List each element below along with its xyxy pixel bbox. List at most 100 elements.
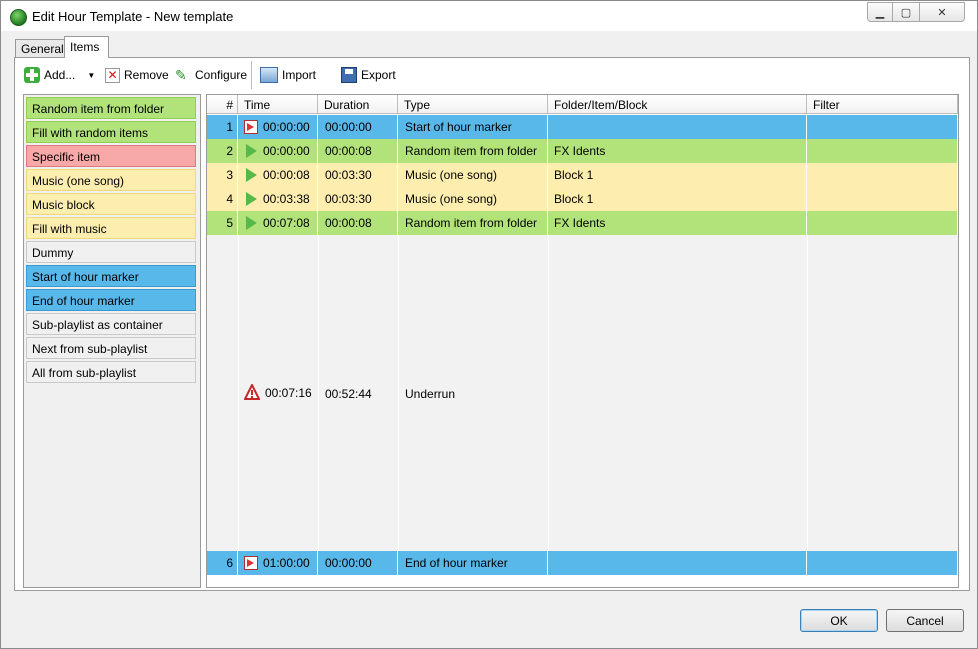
time-cell: 01:00:00 — [238, 551, 318, 575]
folder-cell — [548, 551, 807, 575]
filter-cell — [807, 163, 958, 187]
marker-icon — [244, 556, 258, 570]
duration-cell: 00:00:08 — [318, 211, 398, 235]
palette-item[interactable]: All from sub-playlist — [26, 361, 196, 383]
duration-cell: 00:00:00 — [318, 115, 398, 139]
time-cell: 00:00:00 — [238, 139, 318, 163]
time-cell: 00:00:00 — [238, 115, 318, 139]
filter-cell — [807, 211, 958, 235]
column-divider — [238, 235, 239, 551]
column-header-duration[interactable]: Duration — [318, 95, 398, 114]
play-icon — [244, 168, 258, 182]
minimize-button[interactable]: ▁ — [867, 2, 893, 22]
time-value: 01:00:00 — [263, 556, 310, 570]
underrun-type: Underrun — [405, 387, 456, 401]
row-number-cell: 2 — [207, 139, 238, 163]
folder-cell — [548, 115, 807, 139]
time-value: 00:07:08 — [263, 216, 310, 230]
tab-general[interactable]: General — [15, 39, 65, 57]
column-header-time[interactable]: Time — [238, 95, 318, 114]
row-number-cell: 4 — [207, 187, 238, 211]
row-number-cell: 3 — [207, 163, 238, 187]
save-icon — [341, 67, 357, 83]
folder-cell: Block 1 — [548, 163, 807, 187]
palette-item[interactable]: Dummy — [26, 241, 196, 263]
folder-cell: FX Idents — [548, 211, 807, 235]
palette-item[interactable]: Fill with music — [26, 217, 196, 239]
cancel-button[interactable]: Cancel — [886, 609, 964, 632]
column-divider — [398, 235, 399, 551]
palette-item[interactable]: Fill with random items — [26, 121, 196, 143]
time-value: 00:00:00 — [263, 144, 310, 158]
type-cell: End of hour marker — [398, 551, 548, 575]
table-row[interactable]: 3 00:00:08 00:03:30 Music (one song) Block 1 — [207, 163, 958, 187]
play-icon — [244, 216, 258, 230]
underrun-row[interactable] — [207, 235, 958, 551]
filter-cell — [807, 187, 958, 211]
add-icon — [24, 67, 40, 83]
column-divider — [807, 235, 808, 551]
import-button[interactable]: Import — [260, 63, 316, 87]
close-button[interactable]: ✕ — [919, 2, 965, 22]
palette-item[interactable]: Specific item — [26, 145, 196, 167]
time-cell: 00:07:08 — [238, 211, 318, 235]
underrun-time-cell: 00:07:16 — [244, 384, 312, 400]
palette-item[interactable]: End of hour marker — [26, 289, 196, 311]
column-header-filter[interactable]: Filter — [807, 95, 958, 114]
configure-label: Configure — [195, 68, 248, 82]
play-icon — [244, 192, 258, 206]
window-title: Edit Hour Template - New template — [32, 9, 234, 24]
maximize-icon: ▢ — [900, 6, 912, 19]
column-divider — [548, 235, 549, 551]
ok-button[interactable]: OK — [800, 609, 878, 632]
pencil-icon: ✎ — [175, 67, 187, 83]
underrun-duration: 00:52:44 — [325, 387, 372, 401]
row-number-cell: 6 — [207, 551, 238, 575]
table-row[interactable]: 6 01:00:00 00:00:00 End of hour marker — [207, 551, 958, 575]
toolbar-divider — [251, 61, 252, 89]
column-divider — [318, 235, 319, 551]
add-button[interactable]: Add... ▼ — [24, 63, 95, 87]
import-label: Import — [282, 68, 317, 82]
column-header-type[interactable]: Type — [398, 95, 548, 114]
close-icon: ✕ — [937, 6, 947, 19]
table-row[interactable]: 4 00:03:38 00:03:30 Music (one song) Block 1 — [207, 187, 958, 211]
template-items-grid: # Time Duration Type Folder/Item/Block F… — [206, 94, 959, 588]
export-label: Export — [361, 68, 396, 82]
remove-button[interactable]: ✕ Remove — [105, 63, 169, 87]
remove-label: Remove — [124, 68, 169, 82]
duration-cell: 00:03:30 — [318, 187, 398, 211]
duration-cell: 00:00:00 — [318, 551, 398, 575]
table-row[interactable]: 5 00:07:08 00:00:08 Random item from folder… — [207, 211, 958, 235]
export-button[interactable]: Export — [341, 63, 396, 87]
palette-item[interactable]: Music (one song) — [26, 169, 196, 191]
column-header-number[interactable]: # — [207, 95, 238, 114]
palette-item[interactable]: Music block — [26, 193, 196, 215]
column-header-folder[interactable]: Folder/Item/Block — [548, 95, 807, 114]
palette-item[interactable]: Start of hour marker — [26, 265, 196, 287]
configure-button[interactable]: ✎ Configure — [175, 63, 247, 87]
edit-hour-template-window: Edit Hour Template - New template ▁ ▢ ✕ … — [0, 0, 978, 649]
table-row[interactable]: 2 00:00:00 00:00:08 Random item from folder… — [207, 139, 958, 163]
palette-item[interactable]: Next from sub-playlist — [26, 337, 196, 359]
app-icon — [10, 9, 27, 26]
play-icon — [244, 144, 258, 158]
filter-cell — [807, 115, 958, 139]
time-cell: 00:00:08 — [238, 163, 318, 187]
table-row[interactable]: 1 00:00:00 00:00:00 Start of hour marker — [207, 115, 958, 139]
chevron-down-icon[interactable]: ▼ — [87, 71, 95, 80]
folder-cell: FX Idents — [548, 139, 807, 163]
tab-items[interactable]: Items — [64, 36, 109, 58]
import-icon — [260, 67, 278, 83]
filter-cell — [807, 139, 958, 163]
toolbar: Add... ▼ ✕ Remove ✎ Configure Import Exp… — [19, 61, 959, 89]
item-type-palette: Random item from folder Fill with random … — [23, 94, 201, 588]
warning-icon — [244, 384, 260, 400]
underrun-time: 00:07:16 — [265, 386, 312, 400]
palette-item[interactable]: Random item from folder — [26, 97, 196, 119]
palette-item[interactable]: Sub-playlist as container — [26, 313, 196, 335]
type-cell: Random item from folder — [398, 139, 548, 163]
marker-icon — [244, 120, 258, 134]
maximize-button[interactable]: ▢ — [892, 2, 920, 22]
duration-cell: 00:03:30 — [318, 163, 398, 187]
